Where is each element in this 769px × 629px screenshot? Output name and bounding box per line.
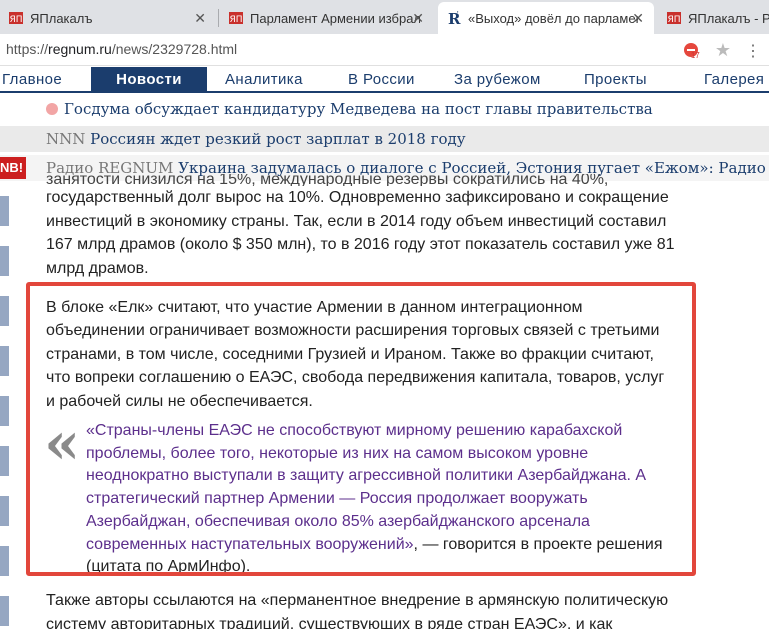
address-bar[interactable]: https://regnum.ru/news/2329728.html 17 ★… [0, 34, 769, 66]
svg-text:ЯП: ЯП [9, 15, 22, 25]
nav-gallery[interactable]: Галерея [704, 67, 764, 93]
circle-bullet-icon [46, 103, 58, 115]
regnum-favicon-icon: R' [448, 10, 461, 26]
tab-yaplakal-register[interactable]: ЯП ЯПлакалъ - Регистрац [658, 2, 769, 34]
close-tab-icon[interactable]: ✕ [412, 10, 424, 27]
svg-text:ЯП: ЯП [667, 15, 680, 25]
tab-title: «Выход» довёл до парламенте [468, 10, 638, 26]
highlight-box [26, 282, 696, 576]
bookmark-star-icon[interactable]: ★ [715, 40, 731, 61]
url-field[interactable]: https://regnum.ru/news/2329728.html [6, 41, 237, 57]
left-sidebar-edge [0, 184, 10, 629]
ticker-headline[interactable]: Россиян ждет резкий рост зарплат в 2018 … [90, 130, 465, 148]
svg-text:R: R [448, 10, 461, 26]
ticker-row[interactable]: Госдума обсуждает кандидатуру Медведева … [0, 96, 769, 122]
article-paragraph: Также авторы ссылаются на «перманентное … [46, 592, 669, 629]
nav-russia[interactable]: В России [348, 67, 415, 93]
menu-icon[interactable]: ⋮ [745, 41, 761, 61]
nb-badge: NB! [0, 157, 27, 179]
article-text: государственный долг вырос на 10%. Однов… [46, 189, 675, 277]
adblock-icon[interactable]: 17 [683, 42, 701, 60]
site-nav: Главное Новости Аналитика В России За ру… [0, 67, 769, 93]
ticker-row[interactable]: NNN Россиян ждет резкий рост зарплат в 2… [0, 126, 769, 152]
nav-news[interactable]: Новости [91, 67, 207, 93]
yaplakal-favicon-icon: ЯП [229, 12, 243, 25]
nav-analytics[interactable]: Аналитика [225, 67, 303, 93]
nav-abroad[interactable]: За рубежом [454, 67, 541, 93]
article-paragraph: занятости снизился на 15%, международные… [46, 174, 686, 280]
yaplakal-favicon-icon: ЯП [9, 12, 23, 25]
ticker-headline[interactable]: Госдума обсуждает кандидатуру Медведева … [64, 100, 653, 118]
svg-text:ЯП: ЯП [229, 15, 242, 25]
nav-projects[interactable]: Проекты [584, 67, 647, 93]
tab-title: ЯПлакалъ [30, 10, 93, 26]
tab-title: ЯПлакалъ - Регистрац [688, 10, 769, 26]
yaplakal-favicon-icon: ЯП [667, 12, 681, 25]
tab-strip: ЯП ЯПлакалъ ✕ ЯП Парламент Армении избра… [0, 0, 769, 34]
tab-regnum-active[interactable]: R ' «Выход» довёл до парламенте ✕ [438, 2, 654, 34]
close-tab-icon[interactable]: ✕ [194, 10, 206, 27]
notification-count: 17 [690, 50, 700, 60]
tab-title: Парламент Армении избрал [250, 10, 420, 26]
close-tab-icon[interactable]: ✕ [632, 10, 644, 27]
nav-main[interactable]: Главное [2, 67, 62, 93]
tab-yaplakal[interactable]: ЯП ЯПлакалъ ✕ [0, 2, 216, 34]
tab-parliament[interactable]: ЯП Парламент Армении избрал ✕ [220, 2, 434, 34]
article-cut-line: занятости снизился на 15%, международные… [46, 174, 609, 186]
ticker-source: NNN [46, 130, 91, 148]
